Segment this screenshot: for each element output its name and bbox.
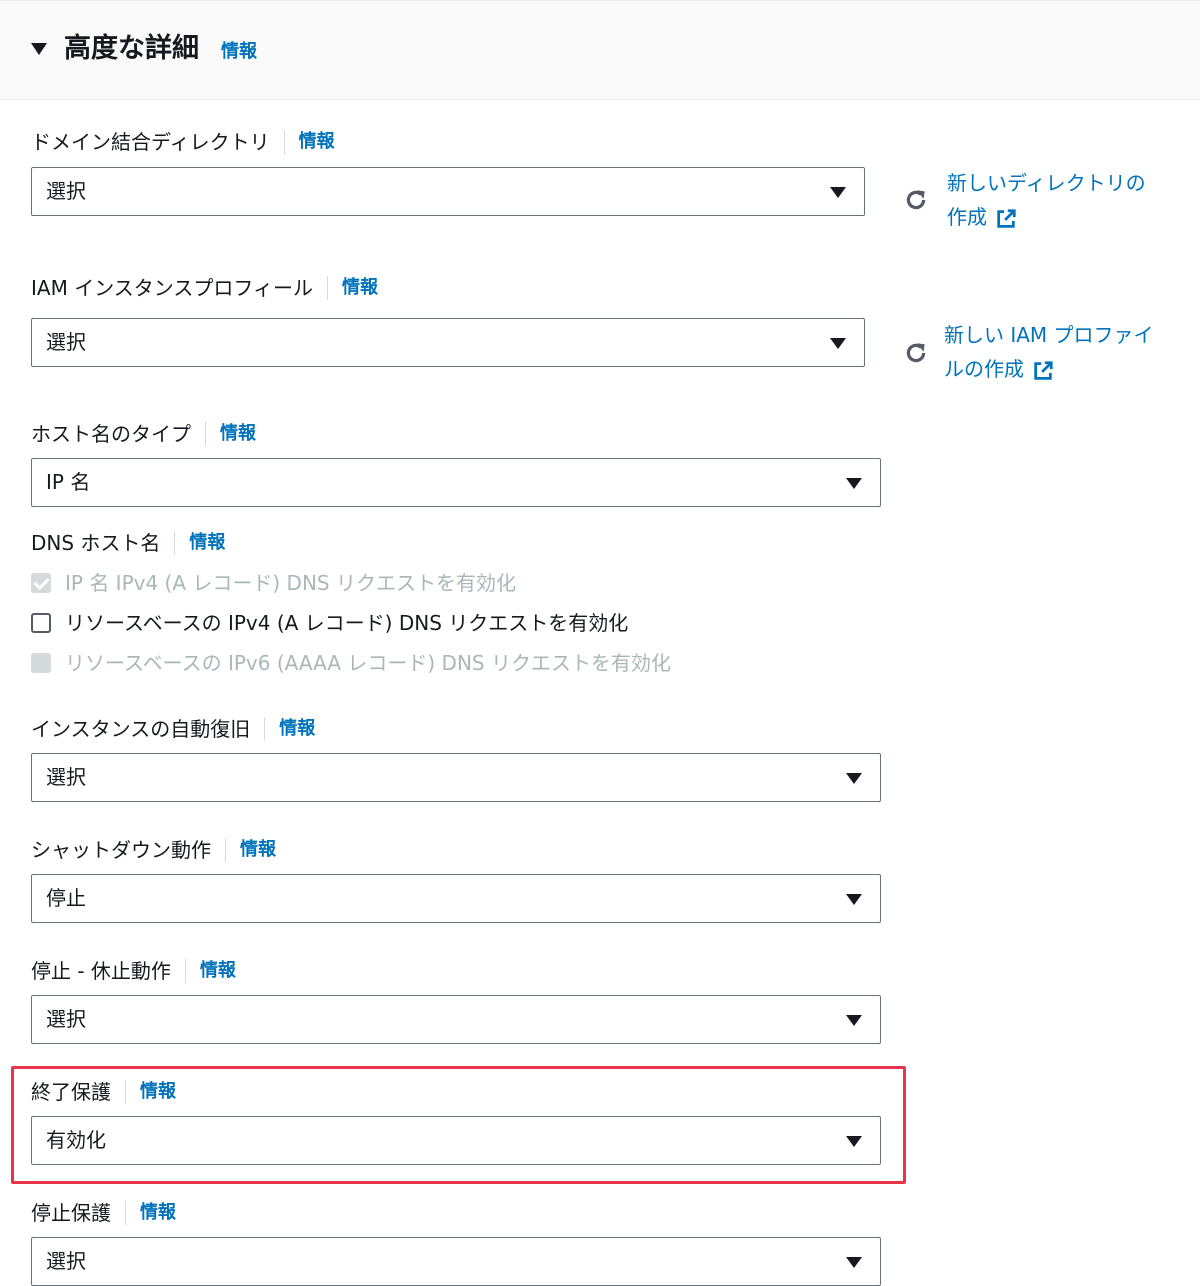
stop-hibernate-select[interactable]: 選択 [31, 995, 881, 1044]
label-text: ドメイン結合ディレクトリ [31, 130, 270, 154]
link-line: 新しい IAM プロファイ [944, 323, 1154, 347]
shutdown-select[interactable]: 停止 [31, 874, 881, 923]
info-link[interactable]: 情報 [200, 957, 236, 985]
caret-down-icon [846, 478, 862, 489]
checkbox[interactable] [31, 613, 51, 633]
auto-recovery-select[interactable]: 選択 [31, 753, 881, 802]
link-line-2: 作成 [947, 200, 1146, 234]
section-header[interactable]: 高度な詳細 情報 [0, 0, 1200, 100]
divider [205, 422, 206, 446]
link-text: ルの作成 [944, 357, 1024, 381]
caret-down-icon [846, 1257, 862, 1268]
label-text: インスタンスの自動復旧 [31, 717, 251, 741]
checkbox [31, 573, 51, 593]
external-link-icon [1034, 360, 1053, 380]
section-title: 高度な詳細 [64, 33, 199, 64]
divider [184, 959, 186, 983]
divider [225, 838, 226, 862]
label-text: 停止 - 休止動作 [31, 959, 171, 983]
label-text: IAM インスタンスプロフィール [31, 276, 313, 300]
select-value: 停止 [46, 886, 86, 910]
select-value: 選択 [46, 179, 86, 203]
caret-down-icon [846, 773, 862, 784]
caret-down-icon [830, 187, 846, 198]
new-iam-profile-link[interactable]: 新しい IAM プロファイ ルの作成 [944, 318, 1154, 386]
domain-select[interactable]: 選択 [31, 167, 865, 216]
label-text: ホスト名のタイプ [31, 422, 191, 446]
divider [264, 717, 266, 741]
info-link[interactable]: 情報 [140, 1078, 176, 1106]
checkbox [31, 653, 51, 673]
label-text: 終了保護 [31, 1080, 111, 1104]
select-value: 選択 [46, 765, 86, 789]
select-value: 選択 [46, 1007, 86, 1031]
label-text: シャットダウン動作 [31, 838, 211, 862]
checkbox-label: IP 名 IPv4 (A レコード) DNS リクエストを有効化 [65, 571, 516, 595]
termination-protection-select[interactable]: 有効化 [31, 1116, 881, 1165]
field-label-hostname-type: ホスト名のタイプ 情報 [31, 420, 256, 448]
field-label-domain: ドメイン結合ディレクトリ 情報 [31, 128, 335, 156]
field-label-stop-hibernate: 停止 - 休止動作 情報 [31, 957, 236, 985]
caret-down-icon[interactable] [31, 43, 47, 55]
label-text: 停止保護 [31, 1201, 111, 1225]
checkbox-resource-ipv4[interactable]: リソースベースの IPv4 (A レコード) DNS リクエストを有効化 [31, 609, 628, 637]
info-link[interactable]: 情報 [221, 39, 257, 65]
info-link[interactable]: 情報 [140, 1199, 176, 1227]
caret-down-icon [846, 894, 862, 905]
iam-select[interactable]: 選択 [31, 318, 865, 367]
checkbox-ipv4-ip-name: IP 名 IPv4 (A レコード) DNS リクエストを有効化 [31, 569, 516, 597]
checkbox-label: リソースベースの IPv6 (AAAA レコード) DNS リクエストを有効化 [65, 651, 671, 675]
select-value: 選択 [46, 330, 86, 354]
link-line: 新しいディレクトリの [947, 171, 1146, 195]
checkbox-label[interactable]: リソースベースの IPv4 (A レコード) DNS リクエストを有効化 [65, 609, 628, 637]
field-label-iam: IAM インスタンスプロフィール 情報 [31, 274, 378, 302]
stop-protection-select[interactable]: 選択 [31, 1237, 881, 1286]
info-link[interactable]: 情報 [342, 274, 378, 302]
caret-down-icon [846, 1015, 862, 1026]
info-link[interactable]: 情報 [189, 529, 225, 557]
field-label-dns-hostname: DNS ホスト名 情報 [31, 529, 225, 557]
field-label-shutdown: シャットダウン動作 情報 [31, 836, 276, 864]
refresh-icon[interactable] [903, 187, 929, 213]
field-label-stop-protection: 停止保護 情報 [31, 1199, 176, 1227]
hostname-type-select[interactable]: IP 名 [31, 458, 881, 507]
info-link[interactable]: 情報 [299, 128, 335, 156]
select-value: 有効化 [46, 1128, 106, 1152]
info-link[interactable]: 情報 [279, 715, 315, 743]
external-link-icon [997, 208, 1016, 228]
field-label-auto-recovery: インスタンスの自動復旧 情報 [31, 715, 315, 743]
divider [174, 531, 176, 555]
divider [327, 276, 328, 300]
field-label-termination: 終了保護 情報 [31, 1078, 176, 1106]
checkbox-resource-ipv6: リソースベースの IPv6 (AAAA レコード) DNS リクエストを有効化 [31, 649, 671, 677]
info-link[interactable]: 情報 [220, 420, 256, 448]
caret-down-icon [830, 338, 846, 349]
link-text: 作成 [947, 205, 987, 229]
select-value: IP 名 [46, 470, 91, 494]
divider [125, 1201, 126, 1225]
refresh-icon[interactable] [903, 340, 929, 366]
divider [283, 130, 285, 154]
label-text: DNS ホスト名 [31, 531, 161, 555]
info-link[interactable]: 情報 [240, 836, 276, 864]
select-value: 選択 [46, 1249, 86, 1273]
link-line-2: ルの作成 [944, 352, 1154, 386]
caret-down-icon [846, 1136, 862, 1147]
divider [125, 1080, 126, 1104]
new-directory-link[interactable]: 新しいディレクトリの 作成 [947, 166, 1146, 234]
